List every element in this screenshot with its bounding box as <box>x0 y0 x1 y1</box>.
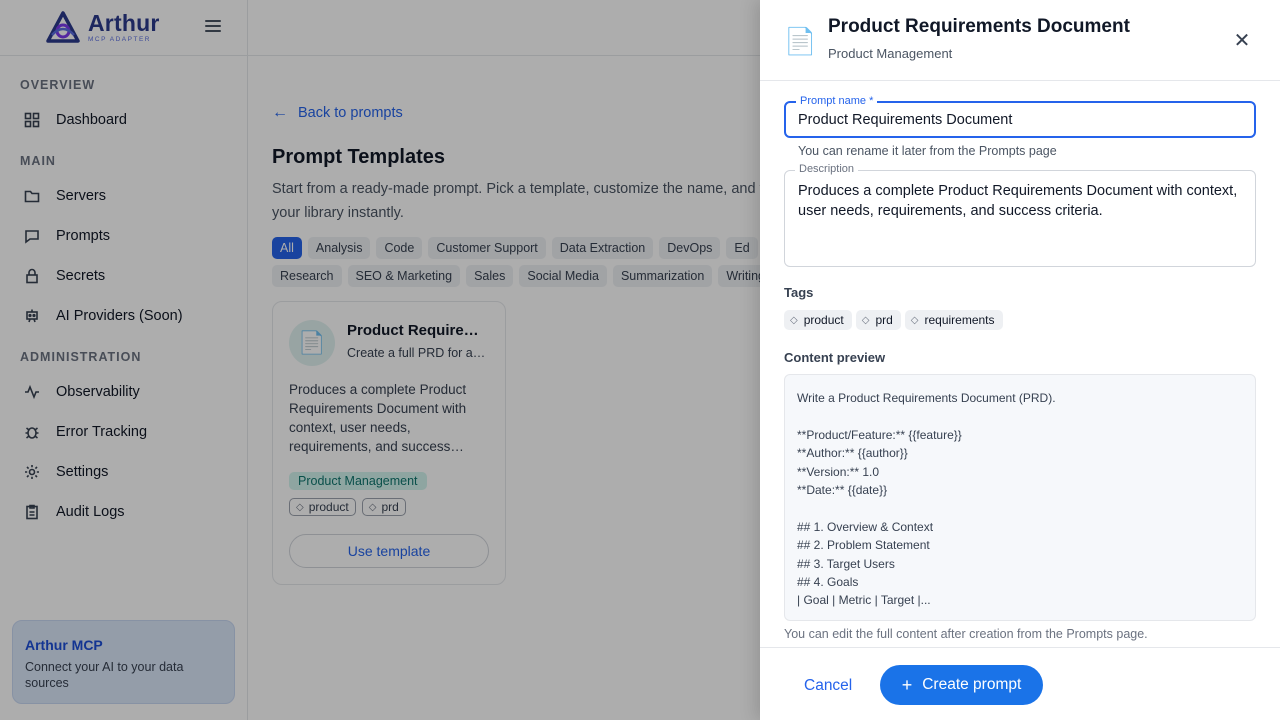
preview-line: ## 1. Overview & Context <box>797 519 934 534</box>
prompt-name-helper: You can rename it later from the Prompts… <box>798 144 1057 158</box>
tag-label: product <box>803 313 844 327</box>
preview-line: **Version:** 1.0 <box>797 464 880 479</box>
preview-line: **Date:** {{date}} <box>797 482 888 497</box>
tags-row: ◇ product ◇ prd ◇ requirements <box>784 310 1256 330</box>
preview-line: ## 2. Problem Statement <box>797 538 930 553</box>
tag-icon: ◇ <box>790 314 798 326</box>
tags-label: Tags <box>784 285 814 300</box>
description-textarea[interactable]: Produces a complete Product Requirements… <box>785 171 1255 266</box>
preview-line: **Author:** {{author}} <box>797 446 908 461</box>
drawer-subtitle: Product Management <box>828 46 953 61</box>
tag-label: prd <box>875 313 893 327</box>
create-prompt-button[interactable]: + Create prompt <box>880 665 1043 705</box>
cancel-button[interactable]: Cancel <box>788 666 868 706</box>
tag-icon: ◇ <box>910 314 919 326</box>
preview-line: | Goal | Metric | Target |... <box>797 593 931 608</box>
preview-line: ## 3. Target Users <box>797 556 895 571</box>
description-label: Description <box>795 163 859 175</box>
preview-line <box>797 407 1243 425</box>
create-prompt-label: Create prompt <box>922 676 1022 693</box>
prompt-name-input[interactable] <box>786 103 1254 136</box>
drawer-body: Prompt name * You can rename it later fr… <box>784 81 1256 647</box>
preview-line: **Product/Feature:** {{feature}} <box>797 427 962 442</box>
document-icon: 📄 <box>784 26 817 56</box>
create-prompt-drawer: 📄 Product Requirements Document Product … <box>760 0 1280 720</box>
close-icon[interactable]: ✕ <box>1232 30 1252 52</box>
preview-line: ## 4. Goals <box>797 574 859 589</box>
preview-line <box>797 499 1243 517</box>
tag-label: requirements <box>924 313 995 327</box>
drawer-title: Product Requirements Document <box>828 16 1130 37</box>
tag-chip: ◇ product <box>784 310 852 330</box>
preview-line: Write a Product Requirements Document (P… <box>797 391 1056 405</box>
tag-chip: ◇ requirements <box>904 310 1003 330</box>
preview-footnote: You can edit the full content after crea… <box>784 627 1148 641</box>
description-field: Description Produces a complete Product … <box>784 163 1256 267</box>
plus-icon: + <box>901 674 913 695</box>
content-preview[interactable]: Write a Product Requirements Document (P… <box>784 374 1256 621</box>
content-preview-label: Content preview <box>784 350 886 365</box>
drawer-header: 📄 Product Requirements Document Product … <box>760 0 1280 81</box>
prompt-name-label: Prompt name * <box>796 95 878 107</box>
prompt-name-field: Prompt name * <box>784 95 1256 138</box>
tag-chip: ◇ prd <box>855 310 901 330</box>
tag-icon: ◇ <box>861 314 870 326</box>
drawer-footer: Cancel + Create prompt <box>760 647 1280 720</box>
